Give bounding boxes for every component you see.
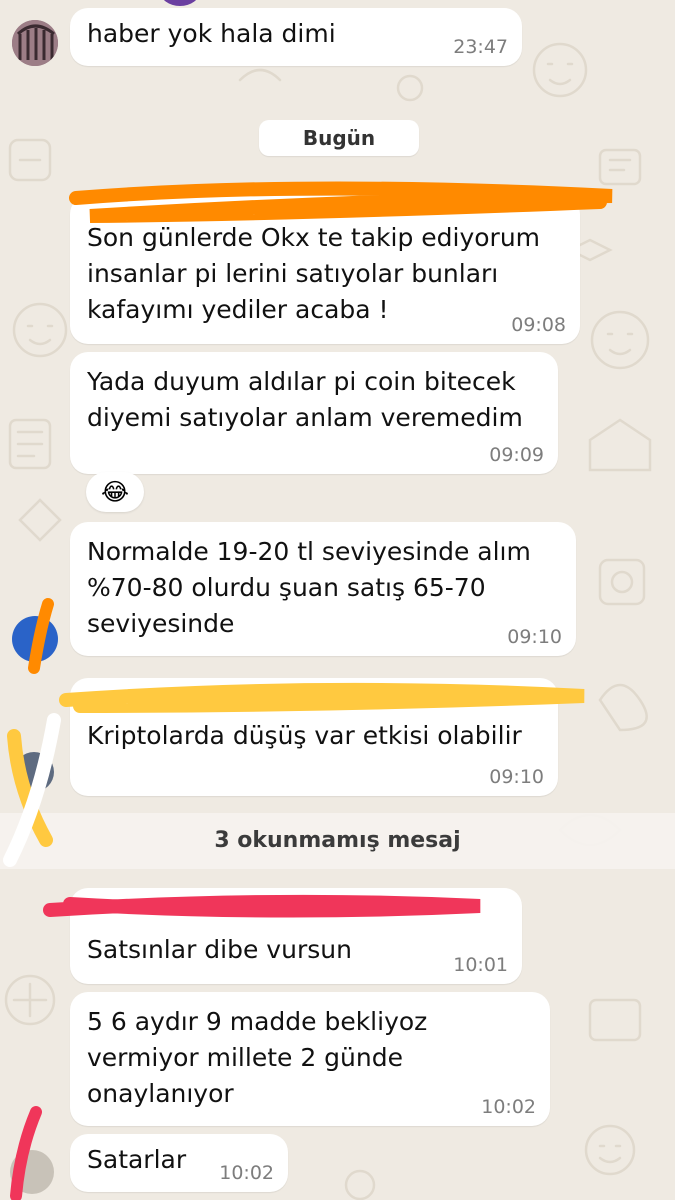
message-text: Kriptolarda düşüş var etkisi olabilir <box>87 721 522 750</box>
message-time: 09:10 <box>489 766 544 788</box>
message-time: 09:10 <box>507 626 562 648</box>
message-time: 09:09 <box>489 444 544 466</box>
date-separator: Bugün <box>259 120 419 156</box>
message-text: haber yok hala dimi <box>87 19 336 48</box>
message-text: Satarlar <box>87 1145 187 1174</box>
message-time: 10:02 <box>219 1162 274 1184</box>
avatar[interactable] <box>12 20 58 66</box>
message-bubble[interactable]: haber yok hala dimi 23:47 <box>70 8 522 66</box>
message-time: 10:01 <box>453 954 508 976</box>
message-bubble[interactable]: Satsınlar dibe vursun 10:01 <box>70 888 522 984</box>
message-time: 09:08 <box>511 314 566 336</box>
message-bubble[interactable]: Satarlar 10:02 <box>70 1134 288 1192</box>
message-bubble[interactable]: Yada duyum aldılar pi coin bitecek diyem… <box>70 352 558 474</box>
unread-messages-banner: 3 okunmamış mesaj <box>0 813 675 869</box>
message-text: Son günlerde Okx te takip ediyorum insan… <box>87 223 541 324</box>
message-text: Yada duyum aldılar pi coin bitecek diyem… <box>87 367 523 432</box>
message-bubble[interactable]: Kriptolarda düşüş var etkisi olabilir 09… <box>70 678 558 796</box>
message-time: 10:02 <box>481 1096 536 1118</box>
avatar[interactable] <box>12 616 58 662</box>
message-bubble[interactable]: Son günlerde Okx te takip ediyorum insan… <box>70 196 580 344</box>
avatar[interactable] <box>10 1150 54 1194</box>
message-time: 23:47 <box>453 36 508 58</box>
message-text: Satsınlar dibe vursun <box>87 935 352 964</box>
message-text: Normalde 19-20 tl seviyesinde alım %70-8… <box>87 537 531 638</box>
avatar[interactable] <box>14 752 54 792</box>
face-with-tears-of-joy-icon[interactable]: 😂 <box>86 472 144 512</box>
message-bubble[interactable]: Normalde 19-20 tl seviyesinde alım %70-8… <box>70 522 576 656</box>
message-bubble[interactable]: 5 6 aydır 9 madde bekliyoz vermiyor mill… <box>70 992 550 1126</box>
message-text: 5 6 aydır 9 madde bekliyoz vermiyor mill… <box>87 1007 428 1108</box>
avatar-image-icon <box>12 20 58 66</box>
